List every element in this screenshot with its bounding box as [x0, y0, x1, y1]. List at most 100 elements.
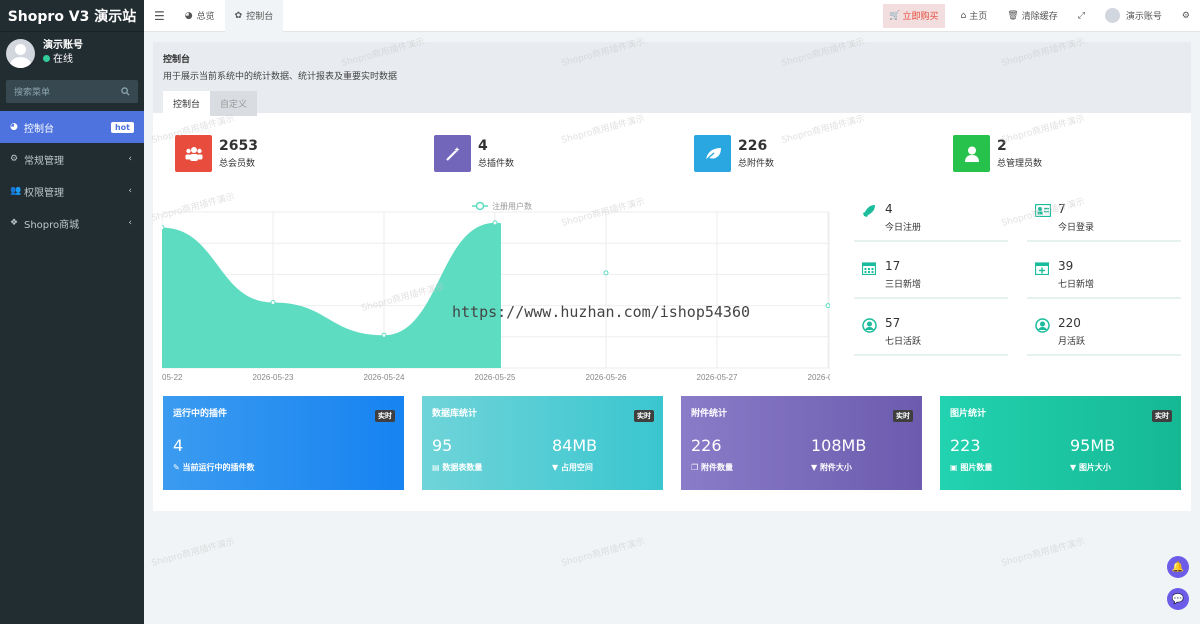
url-overlay: https://www.huzhan.com/ishop54360: [452, 303, 751, 321]
leaf-icon: [694, 135, 731, 172]
home-link[interactable]: ⌂ 主页: [951, 0, 998, 32]
sidebar-item-permission[interactable]: 👥 权限管理 ‹: [0, 175, 144, 207]
dashboard-icon: ◕: [184, 10, 193, 21]
realtime-badge: 实时: [634, 410, 654, 422]
kpi-value: 57: [885, 316, 901, 330]
watermark: Shopro商用插件演示: [1000, 537, 1086, 569]
sidebar-item-general[interactable]: ⚙ 常规管理 ‹: [0, 143, 144, 175]
dropbox-icon: ❖: [10, 218, 19, 228]
realtime-badge: 实时: [1152, 410, 1172, 422]
kpi-value: 7: [1058, 202, 1066, 216]
page-title: 控制台: [163, 55, 191, 65]
cogs-icon: ⚙: [10, 154, 19, 164]
data-point[interactable]: [492, 220, 498, 226]
kpi-value: 220: [1058, 316, 1081, 330]
kpi-monthly-active: 220 月活跃: [1027, 312, 1181, 356]
sidebar-item-label: 控制台: [24, 123, 54, 135]
menu-toggle-icon[interactable]: ☰: [144, 0, 175, 32]
tab-custom[interactable]: 自定义: [210, 91, 258, 116]
card-database: 数据库统计 实时 95 ▤ 数据表数量 84MB ▼ 占用空间: [422, 396, 663, 490]
main-content: 控制台 用于展示当前系统中的统计数据、统计报表及重要实时数据 控制台 自定义 2…: [153, 42, 1191, 511]
kpi-label: 今日注册: [885, 223, 922, 233]
tab-dashboard[interactable]: ✿ 控制台: [224, 0, 284, 32]
user-circle-icon: [1035, 318, 1051, 334]
kpi-label: 月活跃: [1058, 337, 1086, 347]
sidebar-item-label: Shopro商城: [24, 219, 80, 231]
card-label: ▤ 数据表数量: [432, 463, 483, 472]
stat-label: 总管理员数: [997, 159, 1043, 169]
x-tick-label: 2026-05-27: [697, 373, 738, 382]
sidebar-item-shopro[interactable]: ❖ Shopro商城 ‹: [0, 207, 144, 239]
search-icon[interactable]: [121, 87, 130, 96]
tab-console[interactable]: 控制台: [163, 91, 211, 116]
clear-cache-button[interactable]: 🗑 清除缓存: [997, 0, 1067, 32]
search-placeholder: 搜索菜单: [14, 88, 51, 98]
user-icon: [953, 135, 990, 172]
kpi-today-register: 4 今日注册: [854, 198, 1008, 242]
card-title: 数据库统计: [432, 409, 478, 419]
chevron-left-icon: ‹: [128, 186, 132, 196]
fullscreen-icon[interactable]: ⤢: [1068, 0, 1095, 32]
magic-icon: [434, 135, 471, 172]
trash-icon: 🗑: [1007, 10, 1019, 21]
avatar: [1104, 8, 1120, 23]
card-images: 图片统计 实时 223 ▣ 图片数量 95MB ▼ 图片大小: [940, 396, 1181, 490]
chevron-left-icon: ‹: [128, 218, 132, 228]
stat-members: 2653 总会员数: [175, 135, 258, 172]
image-icon: ▣: [950, 463, 961, 472]
data-point[interactable]: [162, 225, 165, 231]
sidebar-item-label: 常规管理: [24, 155, 64, 167]
card-attachments: 附件统计 实时 226 ❐ 附件数量 108MB ▼ 附件大小: [681, 396, 922, 490]
database-icon: ▤: [432, 463, 443, 472]
kpi-value: 4: [885, 202, 893, 216]
user-name: 演示账号: [43, 40, 83, 51]
palette-icon: ✿: [234, 10, 243, 21]
x-tick-label: 2026-05-28: [808, 373, 830, 382]
tab-overview[interactable]: ◕ 总览: [175, 0, 225, 32]
stat-label: 总插件数: [478, 159, 515, 169]
legend-marker: [475, 201, 485, 211]
kpi-value: 39: [1058, 259, 1074, 273]
magic-icon: ✎: [173, 463, 183, 472]
app-logo[interactable]: Shopro V3 演示站: [0, 0, 144, 32]
card-value: 4: [173, 436, 184, 455]
sidebar-item-label: 权限管理: [24, 187, 64, 199]
user-status: 在线: [43, 53, 83, 67]
stat-attachments: 226 总附件数: [694, 135, 774, 172]
content-header: 控制台 用于展示当前系统中的统计数据、统计报表及重要实时数据 控制台 自定义: [153, 42, 1191, 116]
id-card-icon: [1034, 203, 1052, 220]
x-tick-label: 2026-05-25: [475, 373, 516, 382]
account-menu[interactable]: 演示账号: [1095, 0, 1172, 32]
kpi-label: 七日活跃: [885, 337, 922, 347]
data-point[interactable]: [270, 299, 276, 305]
files-icon: ❐: [691, 463, 701, 472]
settings-icon[interactable]: ⚙: [1172, 0, 1200, 32]
data-point[interactable]: [603, 270, 609, 276]
x-tick-label: 2026-05-26: [586, 373, 627, 382]
stat-value: 4: [478, 138, 488, 154]
stat-value: 226: [738, 138, 768, 154]
card-label: ▣ 图片数量: [950, 463, 993, 472]
sidebar-item-dashboard[interactable]: ◕ 控制台 hot: [0, 111, 144, 143]
search-input[interactable]: 搜索菜单: [6, 80, 138, 103]
stat-label: 总附件数: [738, 159, 775, 169]
card-value: 95MB: [1070, 436, 1116, 455]
data-point[interactable]: [825, 303, 830, 309]
buy-button[interactable]: 🛒 立即购买: [883, 3, 945, 28]
chevron-left-icon: ‹: [128, 154, 132, 164]
card-value: 108MB: [811, 436, 867, 455]
kpi-three-day-new: 17 三日新增: [854, 255, 1008, 299]
card-value: 95: [432, 436, 453, 455]
stat-plugins: 4 总插件数: [434, 135, 514, 172]
legend-label[interactable]: 注册用户数: [492, 201, 532, 211]
registration-chart: 2026-05-22 2026-05-23 2026-05-24 2026-05-25…: [162, 201, 830, 382]
realtime-badge: 实时: [375, 410, 395, 422]
notification-bell-icon[interactable]: 🔔: [1167, 556, 1189, 578]
data-point[interactable]: [381, 332, 387, 338]
chat-icon[interactable]: 💬: [1167, 588, 1189, 610]
status-dot-icon: [43, 55, 50, 62]
card-label: ▼ 占用空间: [552, 463, 593, 472]
users-icon: [175, 135, 212, 172]
page-description: 用于展示当前系统中的统计数据、统计报表及重要实时数据: [163, 72, 398, 82]
x-tick-label: 2026-05-24: [364, 373, 405, 382]
